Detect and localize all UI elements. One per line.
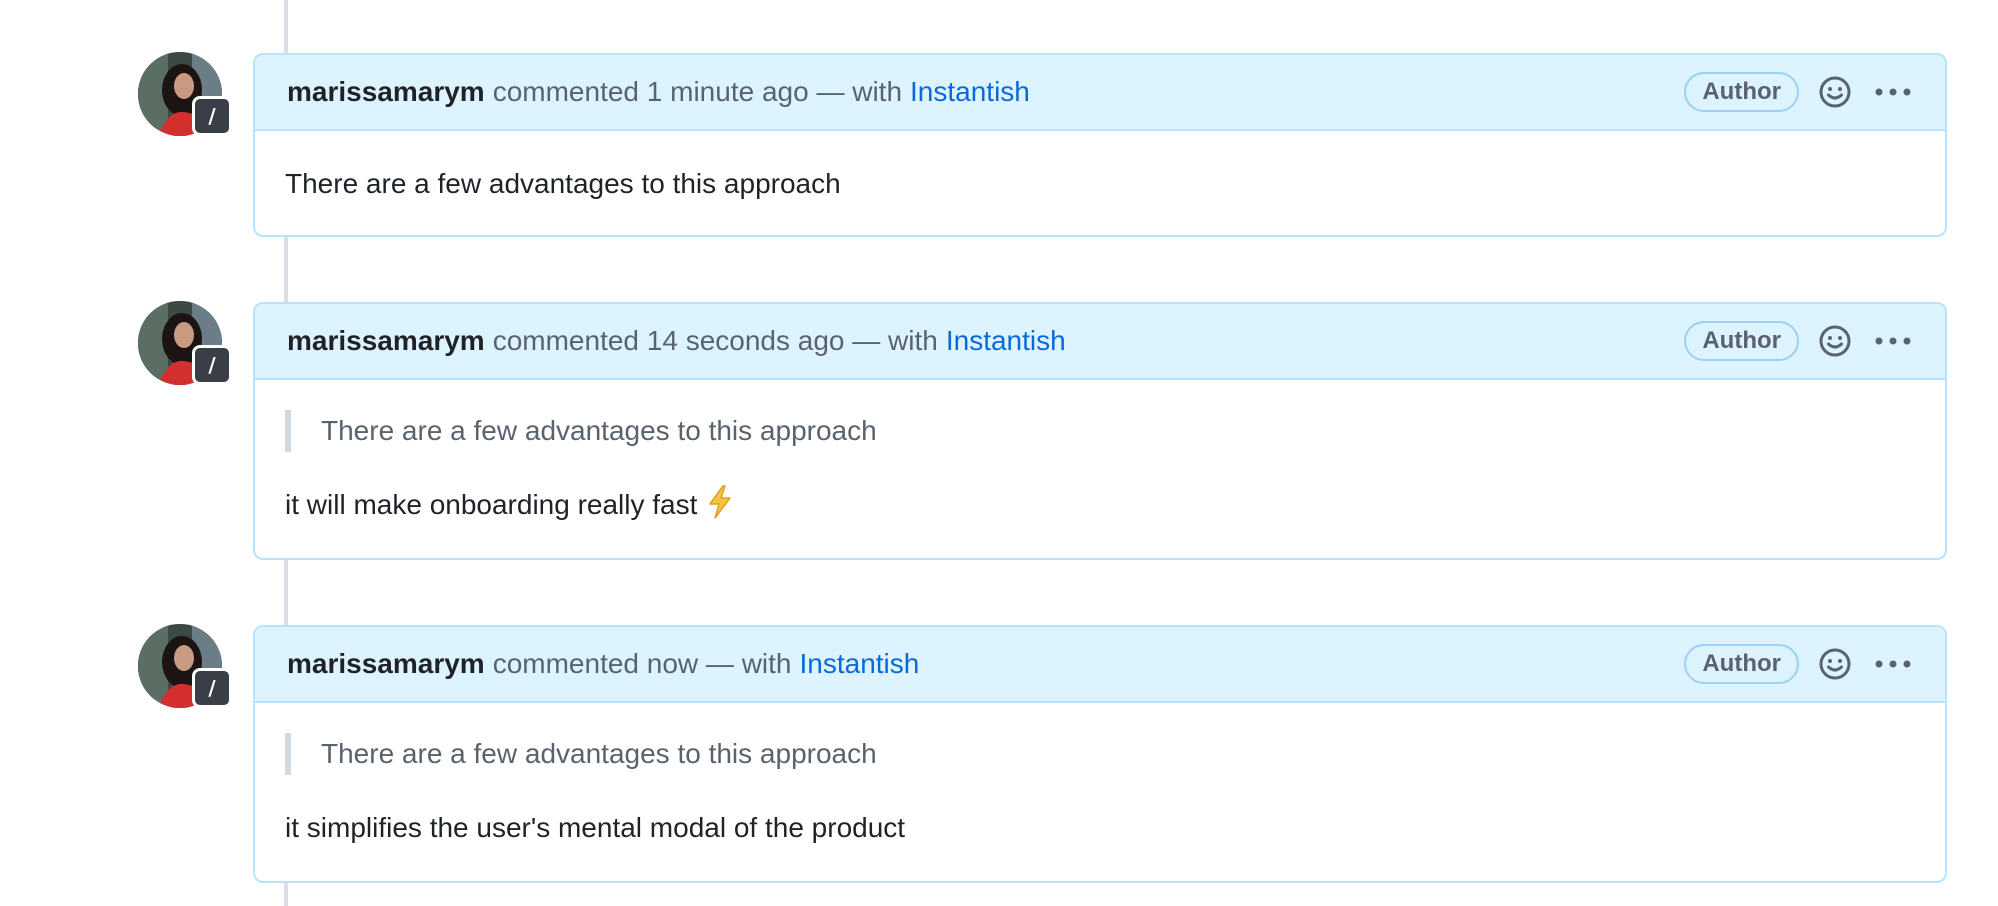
app-badge: / [192,96,232,136]
smiley-face-icon[interactable] [1813,642,1857,686]
kebab-horizontal-icon[interactable] [1871,70,1915,114]
comment-timestamp[interactable]: commented 14 seconds ago — with [493,325,938,357]
comment-paragraph: it will make onboarding really fast [285,484,1915,526]
comment-text: There are a few advantages to this appro… [285,168,841,199]
quoted-reply: There are a few advantages to this appro… [285,733,1915,775]
comment-author-link[interactable]: marissamarym [287,325,485,357]
comment-header: marissamarym commented now — with Instan… [255,627,1945,703]
comment-header: marissamarym commented 14 seconds ago — … [255,304,1945,380]
lightning-bolt-icon [707,484,733,526]
via-app-link[interactable]: Instantish [800,648,920,680]
comment-text: it will make onboarding really fast [285,489,698,520]
comment-body: There are a few advantages to this appro… [255,380,1945,526]
author-badge: Author [1684,72,1799,112]
app-badge: / [192,345,232,385]
comment-body: There are a few advantages to this appro… [255,703,1945,849]
smiley-face-icon[interactable] [1813,319,1857,363]
comment-header: marissamarym commented 1 minute ago — wi… [255,55,1945,131]
comment-author-link[interactable]: marissamarym [287,76,485,108]
comment-author-link[interactable]: marissamarym [287,648,485,680]
comment-box: marissamarym commented 14 seconds ago — … [253,302,1947,560]
author-badge: Author [1684,321,1799,361]
author-badge: Author [1684,644,1799,684]
via-app-link[interactable]: Instantish [946,325,1066,357]
comment-box: marissamarym commented 1 minute ago — wi… [253,53,1947,237]
comment-text: it simplifies the user's mental modal of… [285,812,906,843]
comment-timestamp[interactable]: commented now — with [493,648,792,680]
kebab-horizontal-icon[interactable] [1871,319,1915,363]
comment-timestamp[interactable]: commented 1 minute ago — with [493,76,902,108]
smiley-face-icon[interactable] [1813,70,1857,114]
via-app-link[interactable]: Instantish [910,76,1030,108]
comment-body: There are a few advantages to this appro… [255,131,1945,235]
kebab-horizontal-icon[interactable] [1871,642,1915,686]
quoted-reply: There are a few advantages to this appro… [285,410,1915,452]
app-badge: / [192,668,232,708]
comment-box: marissamarym commented now — with Instan… [253,625,1947,883]
